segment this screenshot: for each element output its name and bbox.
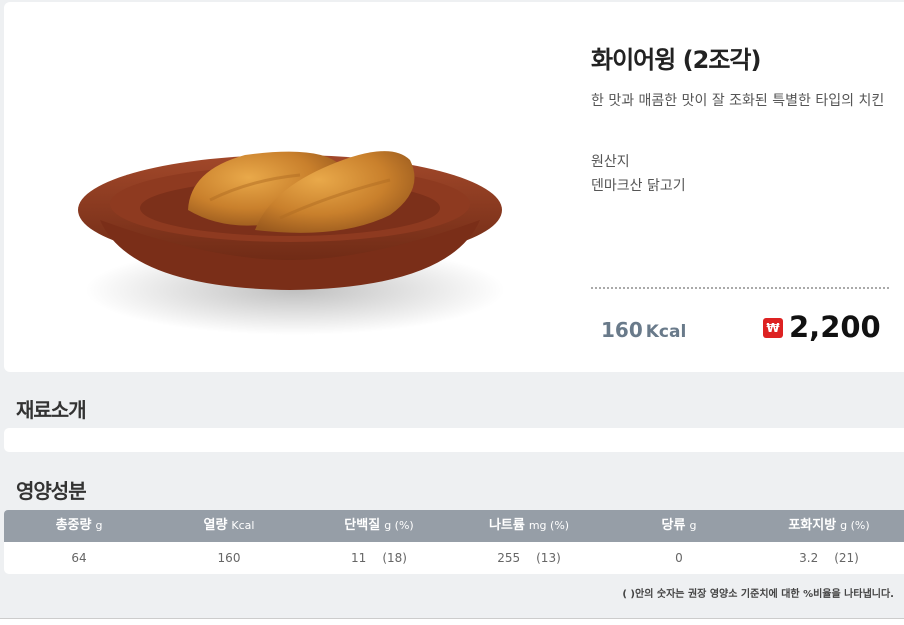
fried-chicken-icon — [78, 151, 505, 335]
nutrition-table-row: 64 160 11 (18) 255 (13) 0 3.2 (21) — [4, 542, 904, 574]
nutrition-footnote: ( )안의 숫자는 권장 영양소 기준치에 대한 %비율을 나타냅니다. — [622, 589, 894, 600]
value-cell: 160 — [217, 551, 241, 565]
page-bottom-border — [0, 618, 904, 625]
product-price: 2,200 — [789, 310, 881, 344]
product-description: 한 맛과 매콤한 맛이 잘 조화된 특별한 타입의 치킨 — [591, 93, 885, 109]
value-cell: 0 — [675, 551, 683, 565]
product-title: 화이어윙 (2조각) — [591, 46, 761, 74]
value-cell: 11 (18) — [351, 551, 407, 565]
dotted-divider — [591, 287, 889, 289]
calorie-display: 160 Kcal — [601, 318, 686, 342]
header-cell: 총중량 g — [55, 518, 103, 533]
nutrition-heading: 영양성분 — [16, 479, 87, 503]
header-cell: 당류 g — [661, 518, 697, 533]
product-origin: 원산지 덴마크산 닭고기 — [591, 150, 686, 198]
ingredients-heading: 재료소개 — [16, 398, 87, 422]
ingredients-panel — [4, 428, 904, 452]
header-cell: 포화지방 g (%) — [788, 518, 870, 533]
value-cell: 255 (13) — [497, 551, 561, 565]
header-cell: 열량 Kcal — [203, 518, 255, 533]
header-cell: 나트륨 mg (%) — [488, 518, 570, 533]
header-cell: 단백질 g (%) — [344, 518, 414, 533]
nutrition-table-header: 총중량 g 열량 Kcal 단백질 g (%) 나트륨 mg (%) 당류 g 포화지방 g… — [4, 510, 904, 542]
value-cell: 3.2 (21) — [799, 551, 859, 565]
product-image — [70, 120, 520, 340]
kcal-value: 160 — [601, 318, 643, 342]
kcal-unit: Kcal — [645, 322, 687, 342]
value-cell: 64 — [71, 551, 87, 565]
won-currency-icon: ₩ — [763, 318, 783, 338]
origin-label: 원산지 — [591, 154, 630, 170]
origin-value: 덴마크산 닭고기 — [591, 178, 686, 194]
